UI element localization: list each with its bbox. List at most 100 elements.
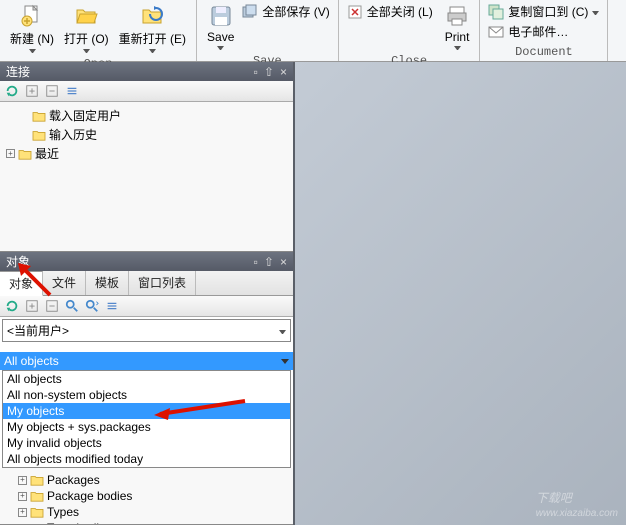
expander-plus-icon[interactable]: + — [18, 492, 27, 501]
tab-windowlist[interactable]: 窗口列表 — [129, 271, 196, 295]
save-all-icon — [242, 4, 258, 20]
scope-dropdown[interactable]: <当前用户> — [2, 319, 291, 342]
folder-icon — [32, 129, 46, 141]
find-icon[interactable] — [65, 299, 79, 313]
chevron-down-icon — [29, 49, 36, 53]
open-button[interactable]: 打开 (O) — [60, 2, 113, 55]
tree-label: Packages — [47, 473, 100, 487]
folder-icon — [30, 490, 44, 502]
chevron-down-icon — [217, 46, 224, 50]
expander-plus-icon[interactable]: + — [18, 508, 27, 517]
panel-minimize-icon[interactable]: ▫ — [254, 255, 258, 269]
scope-value: <当前用户> — [7, 322, 69, 339]
new-label: 新建 (N) — [10, 30, 54, 47]
panel-close-icon[interactable]: × — [280, 65, 287, 79]
print-label: Print — [445, 30, 470, 44]
chevron-down-icon — [149, 49, 156, 53]
connect-title: 连接 — [6, 63, 30, 80]
group-label-doc: Document — [486, 43, 601, 61]
tree-node[interactable]: + 最近 — [4, 144, 289, 163]
folder-open-icon — [74, 4, 98, 28]
refresh-icon[interactable] — [5, 84, 19, 98]
objects-tabs: 对象 文件 模板 窗口列表 — [0, 271, 293, 296]
expand-icon[interactable] — [25, 84, 39, 98]
copy-window-label: 复制窗口到 (C) — [508, 3, 588, 20]
connect-tree[interactable]: 载入固定用户 输入历史 + 最近 — [0, 102, 293, 252]
list-item[interactable]: All non-system objects — [3, 387, 290, 403]
reopen-label: 重新打开 (E) — [119, 30, 186, 47]
panel-pin-icon[interactable]: ⇧ — [264, 255, 274, 269]
objects-panel-header[interactable]: 对象 ▫ ⇧ × — [0, 252, 293, 271]
collapse-icon[interactable] — [45, 84, 59, 98]
filter-listbox[interactable]: All objects All non-system objects My ob… — [2, 370, 291, 468]
folder-icon — [18, 148, 32, 160]
tree-node[interactable]: + Types — [4, 504, 289, 520]
filter-dropdown[interactable]: All objects — [0, 352, 293, 370]
reopen-button[interactable]: 重新打开 (E) — [115, 2, 190, 55]
list-item[interactable]: My invalid objects — [3, 435, 290, 451]
ribbon-group-close: 全部关闭 (L) Print Close — [339, 0, 481, 61]
tree-node[interactable]: 载入固定用户 — [4, 106, 289, 125]
list-item[interactable]: All objects — [3, 371, 290, 387]
expand-icon[interactable] — [25, 299, 39, 313]
new-button[interactable]: 新建 (N) — [6, 2, 58, 55]
saveall-label: 全部保存 (V) — [262, 3, 329, 20]
workspace-area: 下载吧www.xiazaiba.com — [295, 62, 626, 525]
chevron-down-icon — [279, 330, 286, 334]
tree-label: Types — [47, 505, 79, 519]
connect-toolbar — [0, 81, 293, 102]
chevron-down-icon — [281, 359, 289, 364]
tree-label: 载入固定用户 — [49, 107, 121, 124]
print-button[interactable]: Print — [441, 2, 474, 52]
ribbon-group-document: 复制窗口到 (C) 电子邮件… Document — [480, 0, 608, 61]
connect-panel-header[interactable]: 连接 ▫ ⇧ × — [0, 62, 293, 81]
panel-close-icon[interactable]: × — [280, 255, 287, 269]
closeall-button[interactable]: 全部关闭 (L) — [345, 2, 435, 21]
panel-minimize-icon[interactable]: ▫ — [254, 65, 258, 79]
tree-node[interactable]: +Type bodies — [4, 520, 289, 525]
settings-icon[interactable] — [65, 84, 79, 98]
tab-files[interactable]: 文件 — [43, 271, 86, 295]
settings-icon[interactable] — [105, 299, 119, 313]
expander-plus-icon[interactable]: + — [6, 149, 15, 158]
email-icon — [488, 24, 504, 40]
list-item[interactable]: All objects modified today — [3, 451, 290, 467]
refresh-icon[interactable] — [5, 299, 19, 313]
objects-toolbar — [0, 296, 293, 317]
chevron-down-icon — [454, 46, 461, 50]
copy-window-button[interactable]: 复制窗口到 (C) — [486, 2, 601, 21]
list-item[interactable]: My objects + sys.packages — [3, 419, 290, 435]
folder-icon — [30, 474, 44, 486]
tree-label: 输入历史 — [49, 126, 97, 143]
objects-tree[interactable]: + Packages + Package bodies + Types +Type b… — [0, 468, 293, 525]
tab-objects[interactable]: 对象 — [0, 271, 43, 296]
email-button[interactable]: 电子邮件… — [486, 22, 601, 41]
open-label: 打开 (O) — [64, 30, 109, 47]
save-icon — [209, 4, 233, 28]
tree-node[interactable]: + Packages — [4, 472, 289, 488]
new-file-icon — [20, 4, 44, 28]
tree-label: Package bodies — [47, 489, 132, 503]
save-label: Save — [207, 30, 234, 44]
tab-templates[interactable]: 模板 — [86, 271, 129, 295]
tree-label: Type bodies — [47, 521, 112, 525]
filter-value: All objects — [4, 354, 59, 368]
saveall-button[interactable]: 全部保存 (V) — [240, 2, 331, 21]
print-icon — [445, 4, 469, 28]
find-next-icon[interactable] — [85, 299, 99, 313]
main-area: 连接 ▫ ⇧ × 载入固定用户 输入历史 — [0, 62, 626, 525]
tree-node[interactable]: 输入历史 — [4, 125, 289, 144]
save-button[interactable]: Save — [203, 2, 238, 52]
tree-node[interactable]: + Package bodies — [4, 488, 289, 504]
collapse-icon[interactable] — [45, 299, 59, 313]
closeall-label: 全部关闭 (L) — [367, 3, 433, 20]
chevron-down-icon — [83, 49, 90, 53]
list-item-selected[interactable]: My objects — [3, 403, 290, 419]
left-sidebar: 连接 ▫ ⇧ × 载入固定用户 输入历史 — [0, 62, 295, 525]
panel-pin-icon[interactable]: ⇧ — [264, 65, 274, 79]
expander-plus-icon[interactable]: + — [18, 476, 27, 485]
email-label: 电子邮件… — [508, 23, 568, 40]
objects-title: 对象 — [6, 253, 30, 270]
copy-window-icon — [488, 4, 504, 20]
ribbon-group-open: 新建 (N) 打开 (O) 重新打开 (E) Open — [0, 0, 197, 61]
